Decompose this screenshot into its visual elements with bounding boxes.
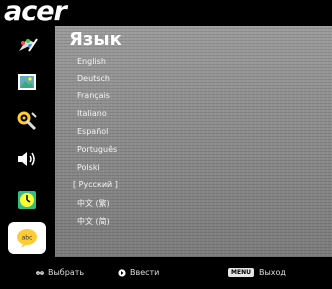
language-option-portugues[interactable]: Português xyxy=(77,145,117,154)
language-option-francais[interactable]: Français xyxy=(77,91,110,100)
speaker-volume-icon[interactable] xyxy=(14,146,40,172)
page-title: Язык xyxy=(69,29,122,50)
projector-osd: acer abc Язык English Deutsch Français I… xyxy=(0,0,332,289)
select-label: Выбрать xyxy=(48,268,85,277)
language-speech-icon[interactable]: abc xyxy=(8,222,46,254)
color-palette-icon[interactable] xyxy=(14,32,40,58)
up-down-arrows-icon xyxy=(36,269,44,277)
language-option-italiano[interactable]: Italiano xyxy=(77,109,107,118)
menu-key-badge: MENU xyxy=(228,268,254,277)
language-option-chinese-simplified[interactable]: 中文 (简) xyxy=(77,216,110,227)
footer-hints: Выбрать Ввести MENU Выход xyxy=(0,262,332,289)
select-hint: Выбрать xyxy=(36,268,84,277)
enter-label: Ввести xyxy=(130,268,160,277)
enter-hint: Ввести xyxy=(118,268,159,277)
language-option-chinese-traditional[interactable]: 中文 (繁) xyxy=(77,198,110,209)
language-option-espanol[interactable]: Español xyxy=(77,127,108,136)
language-panel: Язык English Deutsch Français Italiano E… xyxy=(55,26,332,257)
exit-label: Выход xyxy=(258,268,286,277)
picture-icon[interactable] xyxy=(14,69,40,95)
right-arrow-icon xyxy=(118,268,126,277)
language-option-russian-selected[interactable]: [ Русский ] xyxy=(73,180,118,189)
svg-text:abc: abc xyxy=(22,235,33,242)
acer-logo: acer xyxy=(4,0,67,27)
language-option-english[interactable]: English xyxy=(77,57,106,66)
settings-tools-icon[interactable] xyxy=(14,108,40,134)
timer-clock-icon[interactable] xyxy=(14,187,40,213)
language-option-polski[interactable]: Polski xyxy=(77,163,100,172)
osd-sidebar: abc xyxy=(0,26,55,257)
exit-hint: MENU Выход xyxy=(228,268,286,277)
language-option-deutsch[interactable]: Deutsch xyxy=(77,74,110,83)
